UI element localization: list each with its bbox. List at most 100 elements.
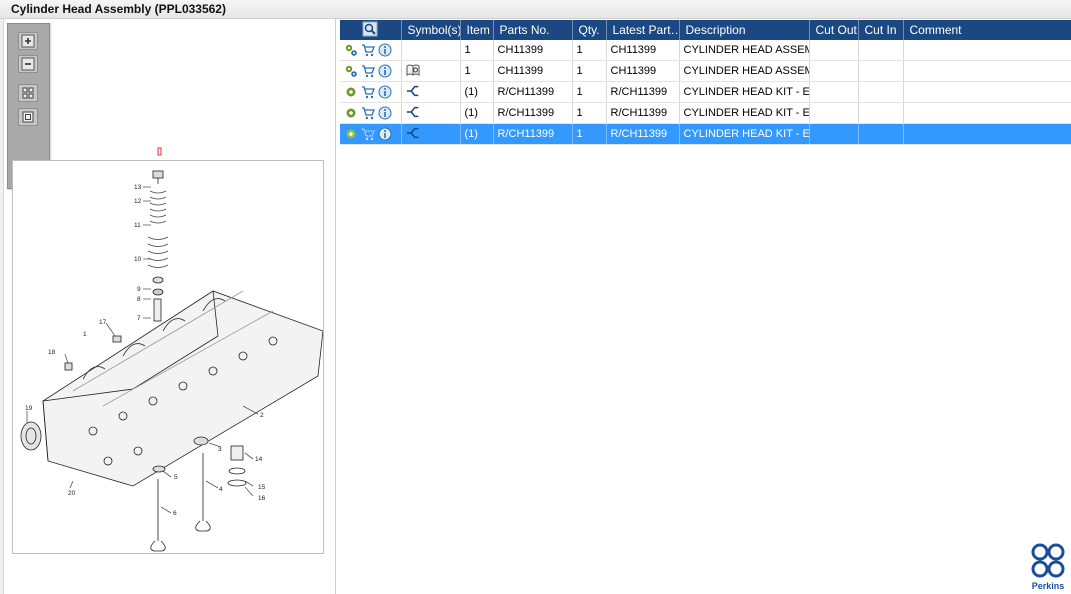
fit-grid-icon	[22, 87, 34, 99]
cylinder-head-diagram[interactable]: 13 12 11 10 9 8 7 17 18 19 2 3 14 15 16 …	[13, 161, 324, 553]
cell-cut-out	[809, 60, 859, 82]
cell-cut-in	[858, 40, 904, 61]
callout-3: 3	[218, 446, 222, 453]
cell-parts-no: R/CH11399	[493, 102, 573, 124]
gears-icon[interactable]	[344, 64, 358, 78]
gear-icon[interactable]	[344, 85, 358, 99]
callout-8: 8	[137, 296, 141, 303]
cell-cut-in	[858, 102, 904, 124]
cell-parts-no: R/CH11399	[493, 81, 573, 103]
cell-comment	[903, 40, 1071, 61]
perkins-logo-icon	[1031, 543, 1065, 578]
callout-14: 14	[255, 456, 263, 463]
cell-item: 1	[460, 60, 494, 82]
shopping-cart-icon[interactable]	[361, 106, 375, 120]
shopping-cart-icon[interactable]	[361, 85, 375, 99]
callout-7: 7	[137, 315, 141, 322]
cell-item: 1	[460, 40, 494, 61]
callout-11: 11	[134, 222, 141, 229]
cell-parts-no: CH11399	[493, 60, 573, 82]
column-header-cut-out[interactable]: Cut Out	[809, 20, 859, 40]
cell-cut-in	[858, 81, 904, 103]
callout-10: 10	[134, 256, 142, 263]
branch-icon[interactable]	[406, 105, 420, 119]
branch-icon[interactable]	[406, 84, 420, 98]
column-header-parts-no[interactable]: Parts No.	[493, 20, 573, 40]
cell-cut-in	[858, 123, 904, 145]
parts-table: Symbol(s) Item Parts No. Qty. Latest Par…	[340, 20, 1071, 145]
exploded-diagram-frame[interactable]: 13 12 11 10 9 8 7 17 18 19 2 3 14 15 16 …	[12, 160, 324, 554]
table-row[interactable]: 1 CH11399 1 CH11399 CYLINDER HEAD ASSEMB	[340, 40, 1071, 61]
cell-latest-part: R/CH11399	[606, 123, 680, 145]
column-header-qty[interactable]: Qty.	[572, 20, 607, 40]
callout-15: 15	[258, 484, 266, 491]
gears-icon[interactable]	[344, 43, 358, 57]
window-title: Cylinder Head Assembly (PPL033562)	[11, 2, 226, 16]
cell-latest-part: R/CH11399	[606, 102, 680, 124]
column-header-description[interactable]: Description	[679, 20, 810, 40]
row-action-icons	[340, 81, 402, 103]
branch-icon[interactable]	[406, 126, 420, 140]
cell-symbols	[401, 60, 461, 82]
actual-size-button[interactable]	[18, 108, 38, 126]
cell-qty: 1	[572, 60, 607, 82]
cell-symbols	[401, 123, 461, 145]
cell-symbols	[401, 102, 461, 124]
cell-comment	[903, 60, 1071, 82]
column-header-item[interactable]: Item	[460, 20, 494, 40]
row-action-icons	[340, 123, 402, 145]
gear-icon[interactable]	[344, 127, 358, 141]
cell-description: CYLINDER HEAD ASSEMB	[679, 60, 810, 82]
cell-item: (1)	[460, 81, 494, 103]
cell-cut-out	[809, 40, 859, 61]
table-row[interactable]: 1 CH11399 1 CH11399 CYLINDER HEAD ASSEMB	[340, 60, 1071, 82]
column-header-latest-part[interactable]: Latest Part…	[606, 20, 680, 40]
cell-comment	[903, 123, 1071, 145]
magnifier-icon	[362, 21, 378, 36]
cell-symbols	[401, 40, 461, 61]
row-action-icons	[340, 40, 402, 61]
callout-18: 18	[48, 349, 56, 356]
gear-icon[interactable]	[344, 106, 358, 120]
callout-1: 1	[83, 331, 87, 338]
info-icon[interactable]	[378, 43, 392, 57]
cell-qty: 1	[572, 123, 607, 145]
info-icon[interactable]	[378, 127, 392, 141]
cell-parts-no: CH11399	[493, 40, 573, 61]
info-icon[interactable]	[378, 64, 392, 78]
column-header-cut-in[interactable]: Cut In	[858, 20, 904, 40]
perkins-logo: Perkins	[1026, 542, 1070, 592]
cell-comment	[903, 81, 1071, 103]
cell-cut-out	[809, 102, 859, 124]
callout-12: 12	[134, 198, 142, 205]
zoom-out-button[interactable]	[18, 55, 38, 73]
cell-latest-part: R/CH11399	[606, 81, 680, 103]
cell-latest-part: CH11399	[606, 40, 680, 61]
shopping-cart-icon[interactable]	[361, 64, 375, 78]
table-row-selected[interactable]: (1) R/CH11399 1 R/CH11399 CYLINDER HEAD …	[340, 123, 1071, 145]
callout-6: 6	[173, 510, 177, 517]
cell-description: CYLINDER HEAD KIT - EXC	[679, 102, 810, 124]
shopping-cart-icon[interactable]	[361, 127, 375, 141]
shopping-cart-icon[interactable]	[361, 43, 375, 57]
diagram-pane: 13 12 11 10 9 8 7 17 18 19 2 3 14 15 16 …	[4, 19, 336, 594]
cell-symbols	[401, 81, 461, 103]
zoom-in-icon	[21, 34, 35, 48]
title-bar: Cylinder Head Assembly (PPL033562)	[0, 0, 1071, 19]
info-icon[interactable]	[378, 106, 392, 120]
book-icon[interactable]	[406, 63, 420, 77]
info-icon[interactable]	[378, 85, 392, 99]
zoom-in-button[interactable]	[18, 32, 38, 50]
table-header-row: Symbol(s) Item Parts No. Qty. Latest Par…	[340, 20, 1071, 40]
fit-to-window-button[interactable]	[18, 84, 38, 102]
cell-cut-out	[809, 123, 859, 145]
column-header-comment[interactable]: Comment	[903, 20, 1071, 40]
column-header-symbols[interactable]: Symbol(s)	[401, 20, 461, 40]
row-action-icons	[340, 60, 402, 82]
table-row[interactable]: (1) R/CH11399 1 R/CH11399 CYLINDER HEAD …	[340, 81, 1071, 103]
callout-19: 19	[25, 405, 33, 412]
callout-9: 9	[137, 286, 141, 293]
column-header-search[interactable]	[340, 20, 402, 40]
table-row[interactable]: (1) R/CH11399 1 R/CH11399 CYLINDER HEAD …	[340, 102, 1071, 124]
cell-item: (1)	[460, 123, 494, 145]
